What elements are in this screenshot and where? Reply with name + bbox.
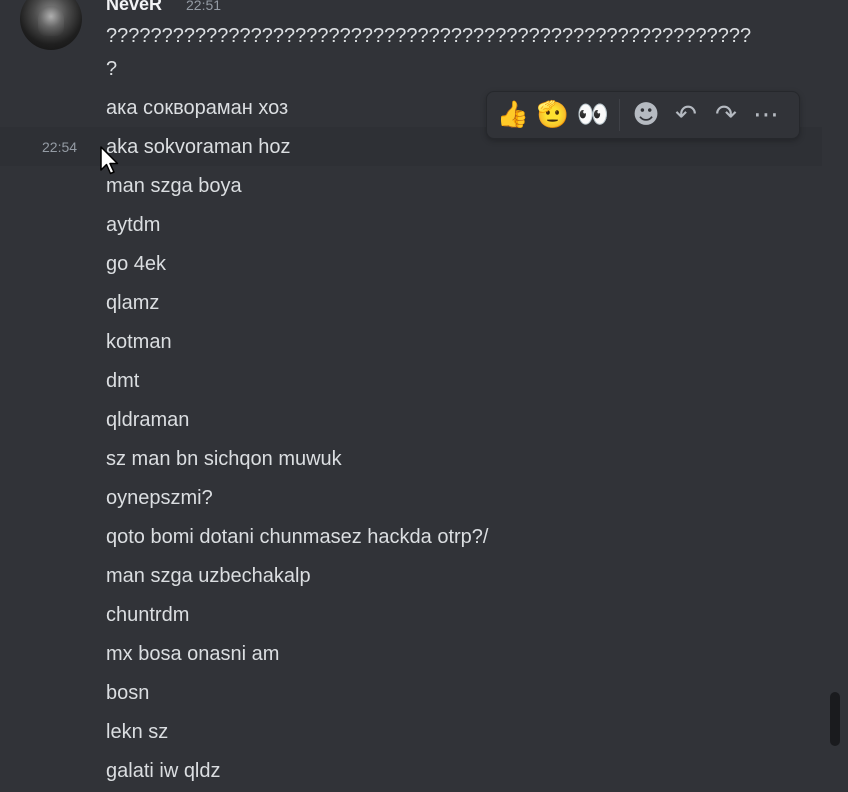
message-text: man szga uzbechakalp bbox=[106, 565, 311, 587]
message-row[interactable]: qoto bomi dotani chunmasez hackda otrp?/ bbox=[0, 517, 822, 556]
message-text: lekn sz bbox=[106, 721, 169, 743]
mouse-cursor-icon bbox=[100, 146, 119, 175]
message-text: qoto bomi dotani chunmasez hackda otrp?/ bbox=[106, 526, 489, 548]
message-row[interactable]: man szga boya bbox=[0, 166, 822, 205]
message-row[interactable]: sz man bn sichqon muwuk bbox=[0, 439, 822, 478]
message-text: mx bosa onasni am bbox=[106, 643, 280, 665]
add-reaction-icon[interactable]: ☻ bbox=[626, 95, 666, 135]
toolbar-divider bbox=[619, 99, 620, 131]
message-row[interactable]: galati iw qldz bbox=[0, 751, 822, 790]
message-text: man szga boya bbox=[106, 175, 242, 197]
hover-timestamp[interactable]: 22:54 bbox=[42, 138, 77, 156]
message-row[interactable]: chuntrdm bbox=[0, 595, 822, 634]
message-text: kotman bbox=[106, 331, 172, 353]
message-text: aka sokvoraman hoz bbox=[106, 136, 291, 158]
message-list: NeveR 22:51 ????????????????????????????… bbox=[0, 0, 826, 792]
message-text: oynepszmi? bbox=[106, 487, 213, 509]
message-text: bosn bbox=[106, 682, 150, 704]
message-row[interactable]: go 4ek bbox=[0, 244, 822, 283]
message-row[interactable]: lekn sz bbox=[0, 712, 822, 751]
saluting-face-icon[interactable]: 🫡 bbox=[533, 95, 573, 135]
message-row[interactable]: aytdm bbox=[0, 205, 822, 244]
message-row[interactable]: qlamz bbox=[0, 283, 822, 322]
message-row[interactable]: bosn bbox=[0, 673, 822, 712]
message-text: sz man bn sichqon muwuk bbox=[106, 448, 342, 470]
message-text: aytdm bbox=[106, 214, 161, 236]
author-name[interactable]: NeveR bbox=[106, 0, 162, 15]
message-row[interactable]: oynepszmi? bbox=[0, 478, 822, 517]
message-actions-toolbar: 👍 🫡 👀 ☻ ↶ ↷ ⋯ bbox=[486, 91, 800, 139]
message-text: go 4ek bbox=[106, 253, 167, 275]
message-row[interactable]: qldraman bbox=[0, 400, 822, 439]
scrollbar-thumb[interactable] bbox=[830, 692, 840, 746]
message-text: qlamz bbox=[106, 292, 160, 314]
thumbs-up-icon[interactable]: 👍 bbox=[493, 95, 533, 135]
message-text: chuntrdm bbox=[106, 604, 190, 626]
message-row[interactable]: man szga uzbechakalp bbox=[0, 556, 822, 595]
message-text: qldraman bbox=[106, 409, 190, 431]
message-text: ака сокворамaн хоз bbox=[106, 97, 289, 119]
message-row[interactable]: mx bosa onasni am bbox=[0, 634, 822, 673]
message-text: galati iw qldz bbox=[106, 760, 221, 782]
message-timestamp[interactable]: 22:51 bbox=[186, 0, 221, 14]
avatar[interactable] bbox=[20, 0, 82, 50]
message-text: ????????????????????????????????????????… bbox=[106, 25, 752, 80]
eyes-icon[interactable]: 👀 bbox=[573, 95, 613, 135]
message-text: dmt bbox=[106, 370, 140, 392]
more-icon[interactable]: ⋯ bbox=[746, 95, 786, 135]
message-row[interactable]: kotman bbox=[0, 322, 822, 361]
forward-icon[interactable]: ↷ bbox=[706, 95, 746, 135]
message-row[interactable]: dmt bbox=[0, 361, 822, 400]
reply-icon[interactable]: ↶ bbox=[666, 95, 706, 135]
